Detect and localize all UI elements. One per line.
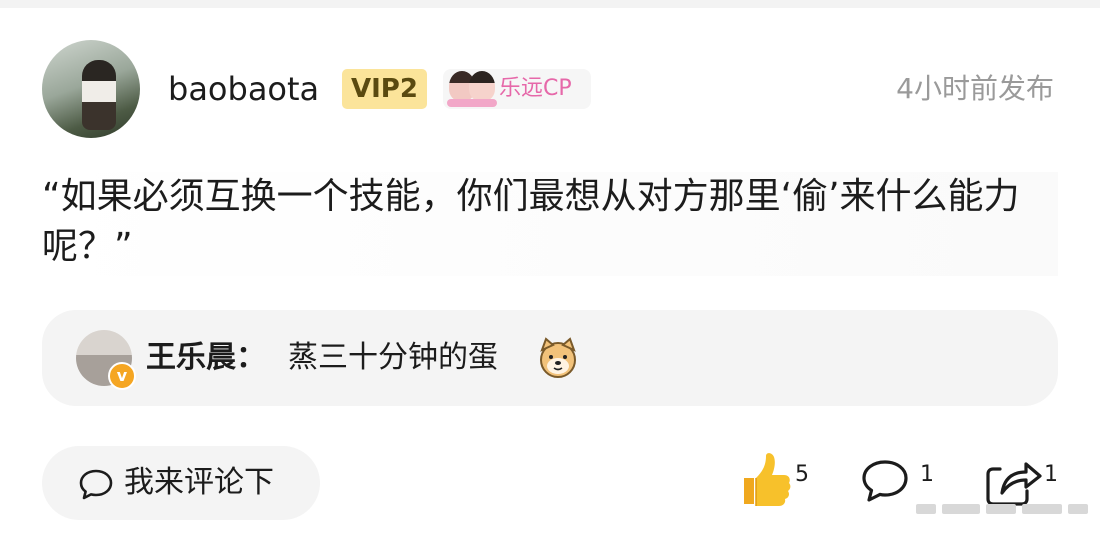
comment-count: 1 — [920, 462, 934, 487]
top-reply[interactable]: v 王乐晨： 蒸三十分钟的蛋 — [42, 310, 1058, 406]
dog-face-icon — [540, 337, 576, 378]
watermark — [916, 498, 1090, 520]
like-count: 5 — [795, 462, 809, 487]
username[interactable]: baobaota — [168, 70, 319, 108]
vip-badge[interactable]: VIP2 — [342, 69, 427, 109]
comment-input-button[interactable]: 我来评论下 — [42, 446, 320, 520]
cp-badge[interactable]: 乐远CP — [443, 69, 591, 109]
cp-label: 乐远CP — [499, 76, 572, 101]
reply-avatar[interactable]: v — [76, 330, 136, 390]
reply-author[interactable]: 王乐晨： — [146, 338, 266, 378]
post-text: “如果必须互换一个技能，你们最想从对方那里‘偷’来什么能力呢？” — [42, 172, 1058, 276]
cp-avatars-icon — [447, 69, 497, 109]
like-thumb-icon[interactable] — [736, 448, 792, 512]
weibo-post-card: baobaota VIP2 乐远CP 4小时前发布 “如果必须互换一个技能，你们… — [0, 0, 1100, 535]
comment-placeholder: 我来评论下 — [124, 465, 274, 500]
comment-icon[interactable] — [858, 456, 918, 506]
share-count: 1 — [1044, 462, 1058, 487]
verified-icon: v — [108, 362, 136, 390]
post-time: 4小时前发布 — [896, 72, 1054, 105]
comment-bubble-icon — [79, 469, 113, 500]
top-divider — [0, 0, 1100, 8]
reply-content: 蒸三十分钟的蛋 — [288, 340, 498, 375]
user-avatar[interactable] — [42, 40, 140, 138]
